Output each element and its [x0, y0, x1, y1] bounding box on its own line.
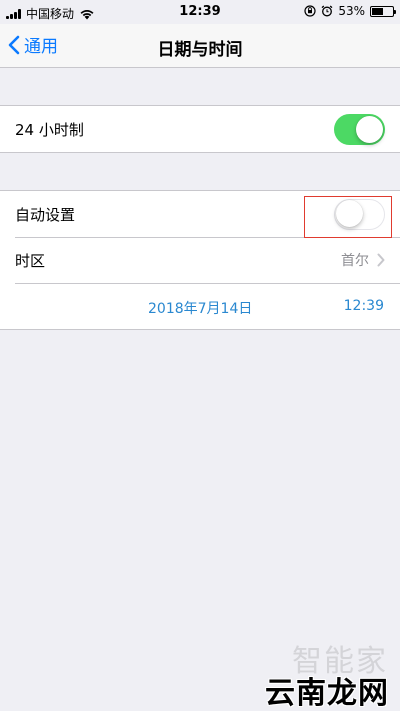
- cell-timezone-label: 时区: [15, 251, 46, 270]
- cell-date-time: 2018年7月14日 12:39: [0, 283, 400, 329]
- hour24-toggle[interactable]: [334, 113, 385, 145]
- date-value[interactable]: 2018年7月14日: [148, 298, 252, 318]
- battery-fill: [372, 7, 383, 15]
- group-hour-format: 24 小时制: [0, 105, 400, 153]
- page-title: 日期与时间: [157, 40, 243, 60]
- timezone-value: 首尔: [341, 253, 369, 269]
- toggle-knob: [356, 115, 383, 143]
- cell-24-hour-label: 24 小时制: [15, 120, 84, 139]
- battery-percent: 53%: [338, 4, 365, 18]
- orientation-lock-icon: [304, 5, 316, 17]
- chevron-right-icon: [377, 253, 385, 267]
- status-right: 53%: [304, 4, 396, 18]
- battery-icon: [370, 5, 396, 17]
- time-value[interactable]: 12:39: [344, 298, 384, 314]
- status-bar: 中国移动 12:39 53%: [0, 0, 400, 24]
- timezone-value-wrap: 首尔: [341, 250, 385, 270]
- cell-24-hour: 24 小时制: [0, 106, 400, 152]
- alarm-icon: [321, 5, 333, 17]
- watermark-bottom: 云南龙网: [265, 676, 389, 711]
- cell-timezone[interactable]: 时区 首尔: [0, 237, 400, 283]
- cell-auto-set-label: 自动设置: [15, 205, 76, 224]
- navigation-bar: 通用 日期与时间: [0, 24, 400, 68]
- highlight-box: [304, 196, 392, 238]
